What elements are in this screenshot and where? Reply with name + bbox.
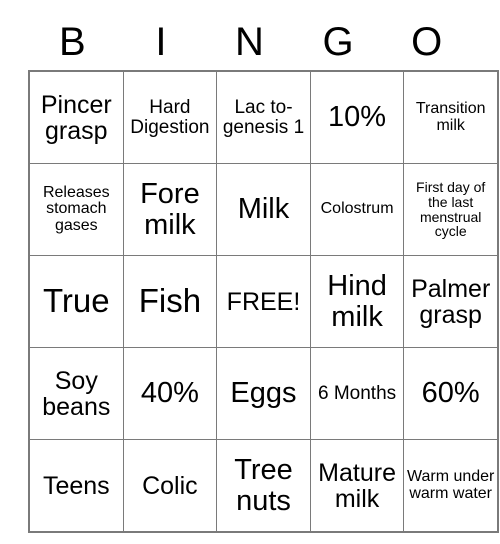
bingo-header-letter-o: O (411, 20, 443, 64)
bingo-cell[interactable]: Hind milk (309, 255, 405, 348)
bingo-cell[interactable]: 6 Months (309, 347, 405, 440)
bingo-cell[interactable]: True (28, 255, 124, 348)
bingo-cell[interactable]: 60% (403, 347, 499, 440)
bingo-cell[interactable]: Transition milk (403, 70, 499, 164)
bingo-row: Soy beans 40% Eggs 6 Months 60% (28, 347, 499, 440)
bingo-cell[interactable]: Releases stomach gases (28, 163, 124, 256)
bingo-cell[interactable]: Colic (122, 439, 218, 533)
bingo-header-letter-g: G (322, 20, 354, 64)
bingo-header-letter-b: B (58, 20, 86, 64)
bingo-header-letter-i: I (155, 20, 167, 64)
bingo-cell[interactable]: Fore milk (122, 163, 218, 256)
bingo-row: Releases stomach gases Fore milk Milk Co… (28, 163, 499, 256)
bingo-card: B I N G O Pincer grasp Hard Digestion La… (0, 0, 500, 544)
bingo-cell[interactable]: Fish (122, 255, 218, 348)
bingo-cell[interactable]: Palmer grasp (403, 255, 499, 348)
bingo-cell[interactable]: Milk (216, 163, 311, 256)
bingo-cell-free[interactable]: FREE! (216, 255, 311, 348)
bingo-cell[interactable]: Eggs (216, 347, 311, 440)
bingo-cell[interactable]: 40% (122, 347, 218, 440)
bingo-cell[interactable]: Tree nuts (216, 439, 311, 533)
bingo-row: Teens Colic Tree nuts Mature milk Warm u… (28, 439, 499, 533)
bingo-cell[interactable]: Colostrum (309, 163, 405, 256)
bingo-cell[interactable]: Hard Digestion (122, 70, 218, 164)
bingo-row: True Fish FREE! Hind milk Palmer grasp (28, 255, 499, 348)
bingo-cell[interactable]: Teens (28, 439, 124, 533)
bingo-cell[interactable]: Mature milk (309, 439, 405, 533)
bingo-cell[interactable]: Pincer grasp (28, 70, 124, 164)
bingo-header-letter-n: N (235, 20, 264, 64)
bingo-cell[interactable]: Warm under warm water (403, 439, 499, 533)
bingo-header-row: B I N G O (28, 14, 471, 70)
bingo-grid: Pincer grasp Hard Digestion Lac to-genes… (28, 70, 499, 533)
bingo-row: Pincer grasp Hard Digestion Lac to-genes… (28, 70, 499, 164)
bingo-cell[interactable]: Soy beans (28, 347, 124, 440)
bingo-cell[interactable]: 10% (309, 70, 405, 164)
bingo-cell[interactable]: First day of the last menstrual cycle (403, 163, 499, 256)
bingo-cell[interactable]: Lac to-genesis 1 (216, 70, 311, 164)
